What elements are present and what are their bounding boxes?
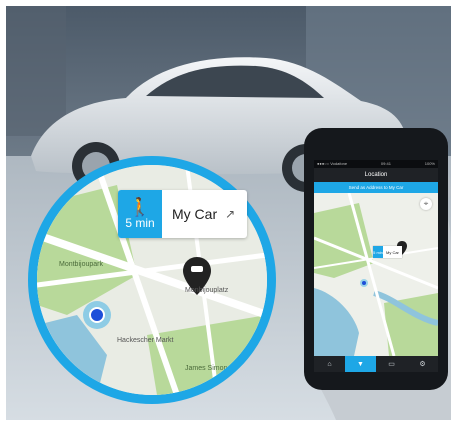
recenter-button[interactable]: ⌖ [420, 198, 432, 210]
marketing-image: Montbijoupark James Simon Park Monbijoup… [6, 6, 451, 420]
walking-eta-callout[interactable]: 🚶 5 min My Car ↗ [118, 190, 248, 238]
mini-destination: My Car [386, 249, 399, 255]
location-pin-icon: ▼ [357, 360, 364, 368]
phone-map [314, 193, 438, 356]
mini-eta-callout[interactable]: 5 min My Car [373, 246, 402, 258]
external-link-icon[interactable]: ↗ [225, 207, 235, 221]
tab-car[interactable]: ▭ [376, 356, 407, 372]
current-location-dot [89, 307, 105, 323]
home-icon: ⌂ [327, 360, 332, 368]
walking-time: 5 min [125, 216, 155, 230]
map-label-park: James Simon Park [185, 365, 244, 372]
settings-icon: ⚙ [419, 361, 426, 368]
bottom-tab-bar: ⌂ ▼ ▭ ⚙ [314, 356, 438, 372]
car-icon: ▭ [388, 361, 395, 368]
map-label-street: Monbijouplatz [185, 287, 229, 294]
tab-location[interactable]: ▼ [345, 356, 376, 372]
status-battery: 100% [424, 161, 435, 166]
phone-screen: ●●●○○ Vodafone 09:41 100% Location Send … [314, 160, 438, 372]
status-carrier: ●●●○○ Vodafone [317, 161, 348, 166]
map-label-park: Montbijoupark [59, 261, 103, 268]
smartphone: ●●●○○ Vodafone 09:41 100% Location Send … [304, 128, 448, 390]
tab-home[interactable]: ⌂ [314, 356, 345, 372]
walking-person-icon: 🚶 [128, 197, 152, 217]
app-header: Location [314, 168, 438, 182]
walking-time-badge: 🚶 5 min [118, 190, 162, 238]
destination-name: My Car [172, 206, 218, 222]
app-title: Location [364, 172, 388, 178]
destination-label-container: My Car ↗ [162, 190, 247, 238]
status-bar: ●●●○○ Vodafone 09:41 100% [314, 160, 438, 168]
mini-walking-time: 5 min [373, 246, 383, 258]
status-time: 09:41 [380, 161, 391, 166]
map-label-station: Hackescher Markt [117, 337, 174, 344]
tab-settings[interactable]: ⚙ [407, 356, 438, 372]
send-to-car-button[interactable]: Send as Address to My Car [314, 182, 438, 193]
